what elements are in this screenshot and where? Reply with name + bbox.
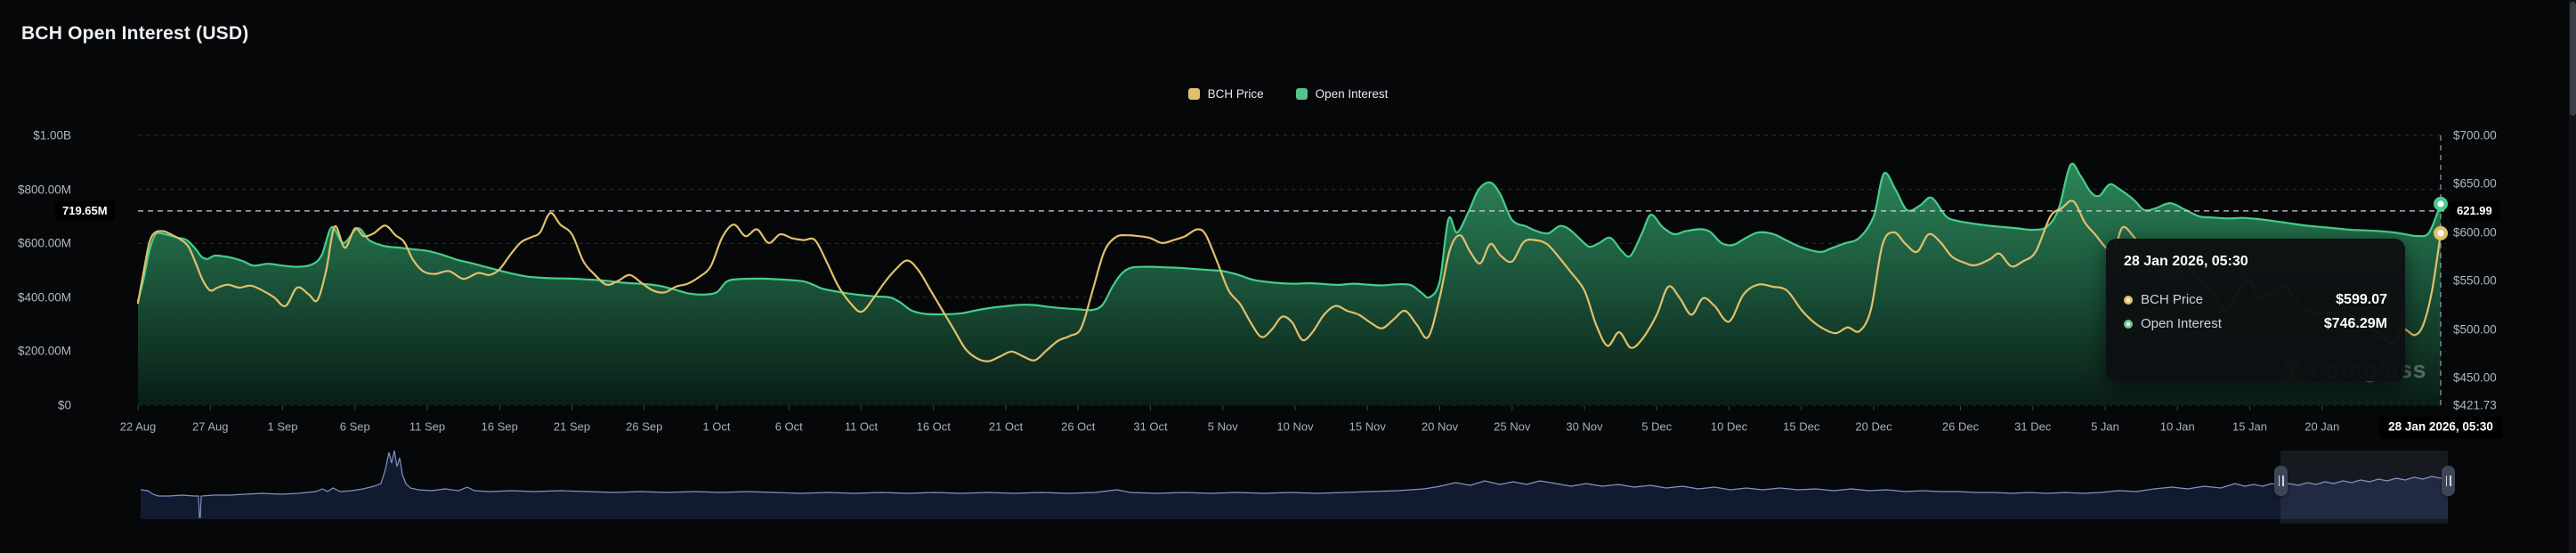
- x-tick-label: 31 Dec: [2014, 420, 2051, 434]
- y-right-tick-label: $600.00: [2453, 225, 2497, 239]
- x-tick-label: 16 Oct: [917, 420, 951, 434]
- x-tick-label: 20 Jan: [2305, 420, 2339, 434]
- tooltip-row-value: $599.07: [2336, 292, 2387, 308]
- tooltip: 28 Jan 2026, 05:30 BCH Price $599.07 Ope…: [2106, 239, 2405, 381]
- x-tick-label: 6 Sep: [340, 420, 370, 434]
- x-tick-label: 20 Nov: [1422, 420, 1458, 434]
- y-left-tick-label: $200.00M: [7, 345, 71, 358]
- y-right-tick-label: $700.00: [2453, 129, 2497, 142]
- x-tick-label: 5 Dec: [1641, 420, 1672, 434]
- x-tick-label: 1 Oct: [702, 420, 730, 434]
- x-tick-label: 10 Jan: [2160, 420, 2195, 434]
- y-left-tick-label: $400.00M: [7, 290, 71, 304]
- x-tick-label: 30 Nov: [1566, 420, 1602, 434]
- tooltip-row-open-interest: Open Interest $746.29M: [2124, 312, 2387, 336]
- x-tick-label: 1 Sep: [268, 420, 298, 434]
- y-left-tick-label: $800.00M: [7, 183, 71, 196]
- tooltip-row-price: BCH Price $599.07: [2124, 288, 2387, 312]
- x-tick-label: 16 Sep: [482, 420, 518, 434]
- x-tick-label: 27 Aug: [192, 420, 229, 434]
- navigator-left-handle[interactable]: [2274, 466, 2288, 496]
- x-tick-label: 25 Nov: [1494, 420, 1530, 434]
- y-right-tick-label: $550.00: [2453, 274, 2497, 288]
- x-tick-label: 11 Sep: [409, 420, 445, 434]
- price-dot-icon: [2124, 296, 2133, 305]
- navigator-right-handle[interactable]: [2442, 466, 2455, 496]
- x-tick-label: 10 Dec: [1711, 420, 1747, 434]
- cursor-date-badge: 28 Jan 2026, 05:30: [2379, 417, 2502, 439]
- open-interest-value-badge: 719.65M: [55, 201, 115, 221]
- x-tick-label: 21 Sep: [554, 420, 590, 434]
- price-value-badge: 621.99: [2450, 201, 2499, 221]
- x-tick-label: 5 Jan: [2091, 420, 2119, 434]
- y-left-tick-label: $0: [7, 399, 71, 412]
- y-right-tick-label: $500.00: [2453, 322, 2497, 336]
- tooltip-row-value: $746.29M: [2324, 316, 2387, 332]
- x-tick-label: 21 Oct: [989, 420, 1023, 434]
- open-interest-dot-icon: [2124, 320, 2133, 329]
- x-tick-label: 6 Oct: [775, 420, 803, 434]
- x-tick-label: 26 Sep: [626, 420, 662, 434]
- x-tick-label: 15 Nov: [1349, 420, 1386, 434]
- tooltip-row-label: BCH Price: [2141, 292, 2203, 307]
- x-tick-label: 10 Nov: [1276, 420, 1313, 434]
- chart-panel: BCH Open Interest (USD) BCH PriceOpen In…: [0, 0, 2576, 553]
- x-tick-label: 31 Oct: [1133, 420, 1167, 434]
- scrollbar-track[interactable]: [2569, 0, 2576, 553]
- y-right-tick-label: $421.73: [2453, 399, 2497, 412]
- y-left-tick-label: $600.00M: [7, 237, 71, 250]
- scrollbar-thumb[interactable]: [2570, 2, 2576, 116]
- x-tick-label: 5 Nov: [1208, 420, 1238, 434]
- navigator-selection-region[interactable]: [2280, 451, 2448, 524]
- y-right-tick-label: $450.00: [2453, 371, 2497, 385]
- tooltip-title: 28 Jan 2026, 05:30: [2124, 254, 2387, 270]
- x-tick-label: 20 Dec: [1855, 420, 1891, 434]
- tooltip-row-label: Open Interest: [2141, 316, 2222, 331]
- y-right-tick-label: $650.00: [2453, 177, 2497, 191]
- y-left-tick-label: $1.00B: [7, 129, 71, 142]
- x-tick-label: 22 Aug: [120, 420, 157, 434]
- x-tick-label: 26 Dec: [1942, 420, 1979, 434]
- x-tick-label: 26 Oct: [1061, 420, 1095, 434]
- x-tick-label: 15 Dec: [1783, 420, 1819, 434]
- x-tick-label: 11 Oct: [845, 420, 878, 434]
- x-tick-label: 15 Jan: [2232, 420, 2267, 434]
